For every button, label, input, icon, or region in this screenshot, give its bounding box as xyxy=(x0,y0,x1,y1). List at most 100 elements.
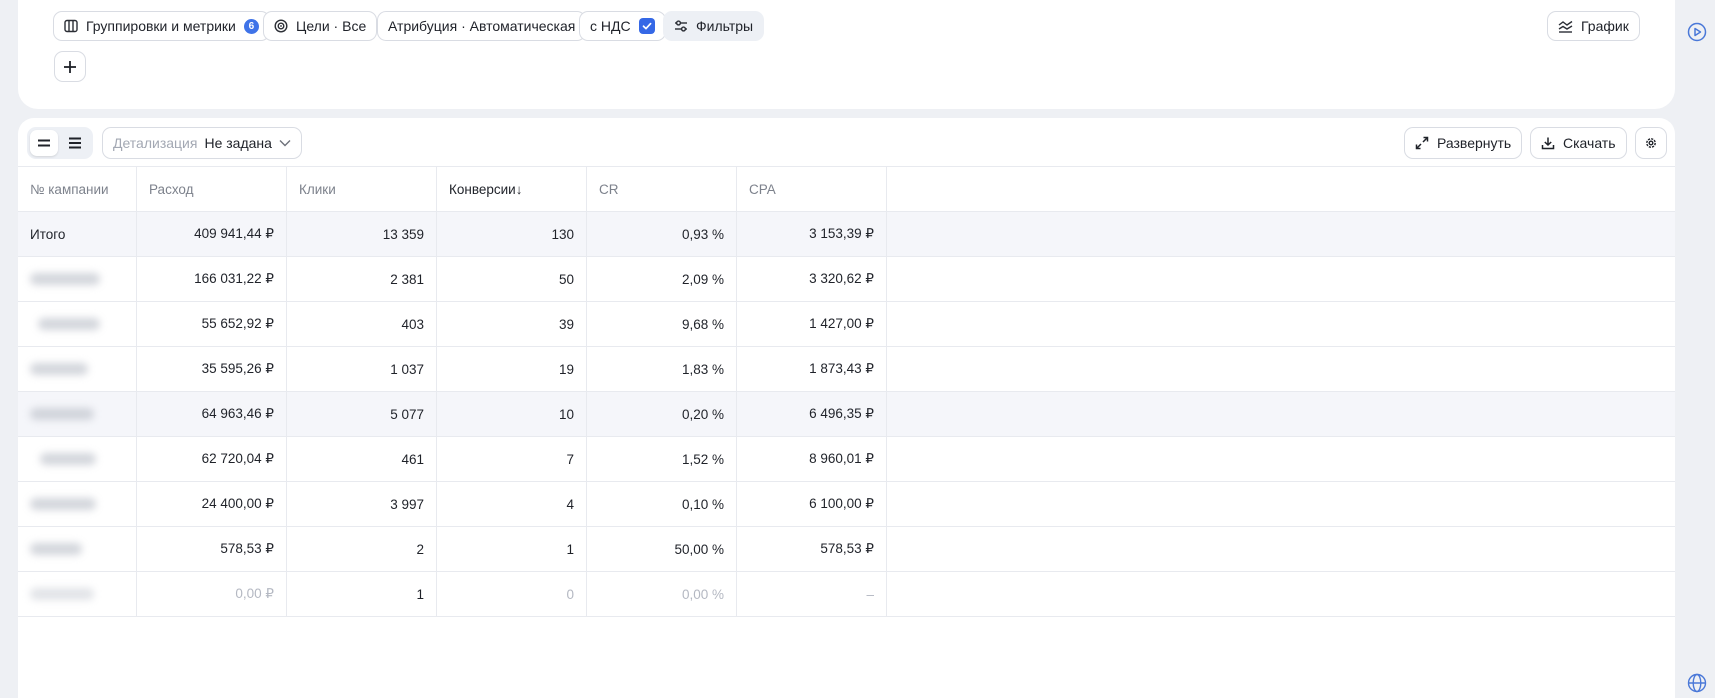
detail-value: Не задана xyxy=(204,135,272,151)
cpa-cell: – xyxy=(737,572,887,616)
blurred-campaign-name xyxy=(30,498,96,510)
detail-select[interactable]: Детализация Не задана xyxy=(102,127,302,159)
row-spacer xyxy=(887,392,1675,436)
chart-lines-icon xyxy=(1558,20,1573,33)
cr-cell: 1,83 % xyxy=(587,347,737,391)
total-row: Итого 409 941,44 ₽ 13 359 130 0,93 % 3 1… xyxy=(18,212,1675,257)
groupings-metrics-button[interactable]: Группировки и метрики 6 xyxy=(53,11,270,41)
column-header-cpa[interactable]: CPA xyxy=(737,167,887,211)
compact-rows-icon xyxy=(38,139,50,147)
expand-icon xyxy=(1415,136,1429,150)
campaign-name-cell xyxy=(18,392,137,436)
add-filter-button[interactable] xyxy=(54,51,86,82)
report-settings-panel: Группировки и метрики 6 Цели · Все Атриб… xyxy=(18,0,1675,109)
spend-cell: 24 400,00 ₽ xyxy=(137,482,287,526)
clicks-cell: 461 xyxy=(287,437,437,481)
campaign-name-cell xyxy=(18,572,137,616)
table-settings-button[interactable] xyxy=(1635,127,1667,159)
column-header-clicks[interactable]: Клики xyxy=(287,167,437,211)
row-spacer xyxy=(887,212,1675,256)
table-row[interactable]: 0,00 ₽ 1 0 0,00 % – xyxy=(18,572,1675,617)
expand-button[interactable]: Развернуть xyxy=(1404,127,1523,159)
clicks-cell: 3 997 xyxy=(287,482,437,526)
table-header-row: № кампании Расход Клики Конверсии↓ CR CP… xyxy=(18,167,1675,212)
column-header-campaign[interactable]: № кампании xyxy=(18,167,137,211)
column-header-cr[interactable]: CR xyxy=(587,167,737,211)
column-header-conversions[interactable]: Конверсии↓ xyxy=(437,167,587,211)
conversions-cell: 1 xyxy=(437,527,587,571)
table-row[interactable]: 166 031,22 ₽ 2 381 50 2,09 % 3 320,62 ₽ xyxy=(18,257,1675,302)
list-rows-icon xyxy=(69,137,81,149)
attribution-label: Атрибуция · Автоматическая xyxy=(388,18,576,34)
table-row[interactable]: 64 963,46 ₽ 5 077 10 0,20 % 6 496,35 ₽ xyxy=(18,392,1675,437)
conversions-cell: 10 xyxy=(437,392,587,436)
campaign-name-cell xyxy=(18,482,137,526)
attribution-button[interactable]: Атрибуция · Автоматическая xyxy=(377,11,587,41)
gear-icon xyxy=(1646,138,1656,148)
blurred-campaign-name xyxy=(30,273,100,285)
row-density-toggle xyxy=(27,127,93,159)
cr-cell: 0,20 % xyxy=(587,392,737,436)
goals-button[interactable]: Цели · Все xyxy=(263,11,378,41)
globe-icon[interactable] xyxy=(1687,673,1707,693)
vat-toggle[interactable]: с НДС xyxy=(579,11,666,41)
total-label: Итого xyxy=(18,212,137,256)
row-spacer xyxy=(887,482,1675,526)
table-row[interactable]: 55 652,92 ₽ 403 39 9,68 % 1 427,00 ₽ xyxy=(18,302,1675,347)
spend-cell: 35 595,26 ₽ xyxy=(137,347,287,391)
spend-cell: 0,00 ₽ xyxy=(137,572,287,616)
vat-checkbox[interactable] xyxy=(638,18,655,34)
goals-label: Цели · Все xyxy=(296,18,367,34)
cpa-cell: 578,53 ₽ xyxy=(737,527,887,571)
row-spacer xyxy=(887,572,1675,616)
campaign-name-cell xyxy=(18,347,137,391)
row-spacer xyxy=(887,437,1675,481)
cpa-cell: 3 320,62 ₽ xyxy=(737,257,887,301)
filters-button[interactable]: Фильтры xyxy=(663,11,765,41)
filters-label: Фильтры xyxy=(696,18,754,34)
cr-cell: 0,10 % xyxy=(587,482,737,526)
check-icon xyxy=(642,22,652,30)
download-label: Скачать xyxy=(1563,135,1616,151)
cpa-cell: 1 873,43 ₽ xyxy=(737,347,887,391)
clicks-cell: 5 077 xyxy=(287,392,437,436)
spend-cell: 578,53 ₽ xyxy=(137,527,287,571)
list-view-button[interactable] xyxy=(61,130,89,156)
blurred-campaign-name xyxy=(30,543,82,555)
expand-label: Развернуть xyxy=(1437,135,1512,151)
cpa-cell: 8 960,01 ₽ xyxy=(737,437,887,481)
total-cpa: 3 153,39 ₽ xyxy=(737,212,887,256)
table-row[interactable]: 578,53 ₽ 2 1 50,00 % 578,53 ₽ xyxy=(18,527,1675,572)
total-clicks: 13 359 xyxy=(287,212,437,256)
blurred-campaign-name xyxy=(40,453,96,465)
sliders-icon xyxy=(675,20,687,32)
conversions-cell: 4 xyxy=(437,482,587,526)
cr-cell: 1,52 % xyxy=(587,437,737,481)
row-spacer xyxy=(887,302,1675,346)
total-conversions: 130 xyxy=(437,212,587,256)
compact-view-button[interactable] xyxy=(30,130,58,156)
clicks-cell: 2 xyxy=(287,527,437,571)
conversions-cell: 0 xyxy=(437,572,587,616)
spend-cell: 55 652,92 ₽ xyxy=(137,302,287,346)
conversions-cell: 39 xyxy=(437,302,587,346)
clicks-cell: 1 037 xyxy=(287,347,437,391)
table-row[interactable]: 24 400,00 ₽ 3 997 4 0,10 % 6 100,00 ₽ xyxy=(18,482,1675,527)
total-cr: 0,93 % xyxy=(587,212,737,256)
cpa-cell: 6 496,35 ₽ xyxy=(737,392,887,436)
row-spacer xyxy=(887,527,1675,571)
chart-button[interactable]: График xyxy=(1547,11,1640,41)
cr-cell: 50,00 % xyxy=(587,527,737,571)
table-row[interactable]: 35 595,26 ₽ 1 037 19 1,83 % 1 873,43 ₽ xyxy=(18,347,1675,392)
table-row[interactable]: 62 720,04 ₽ 461 7 1,52 % 8 960,01 ₽ xyxy=(18,437,1675,482)
spend-cell: 62 720,04 ₽ xyxy=(137,437,287,481)
column-header-spend[interactable]: Расход xyxy=(137,167,287,211)
download-button[interactable]: Скачать xyxy=(1530,127,1627,159)
play-circle-icon[interactable] xyxy=(1687,22,1707,42)
header-spacer xyxy=(887,167,1675,211)
conversions-cell: 50 xyxy=(437,257,587,301)
total-spend: 409 941,44 ₽ xyxy=(137,212,287,256)
target-icon xyxy=(274,19,288,33)
blurred-campaign-name xyxy=(30,363,88,375)
clicks-cell: 2 381 xyxy=(287,257,437,301)
